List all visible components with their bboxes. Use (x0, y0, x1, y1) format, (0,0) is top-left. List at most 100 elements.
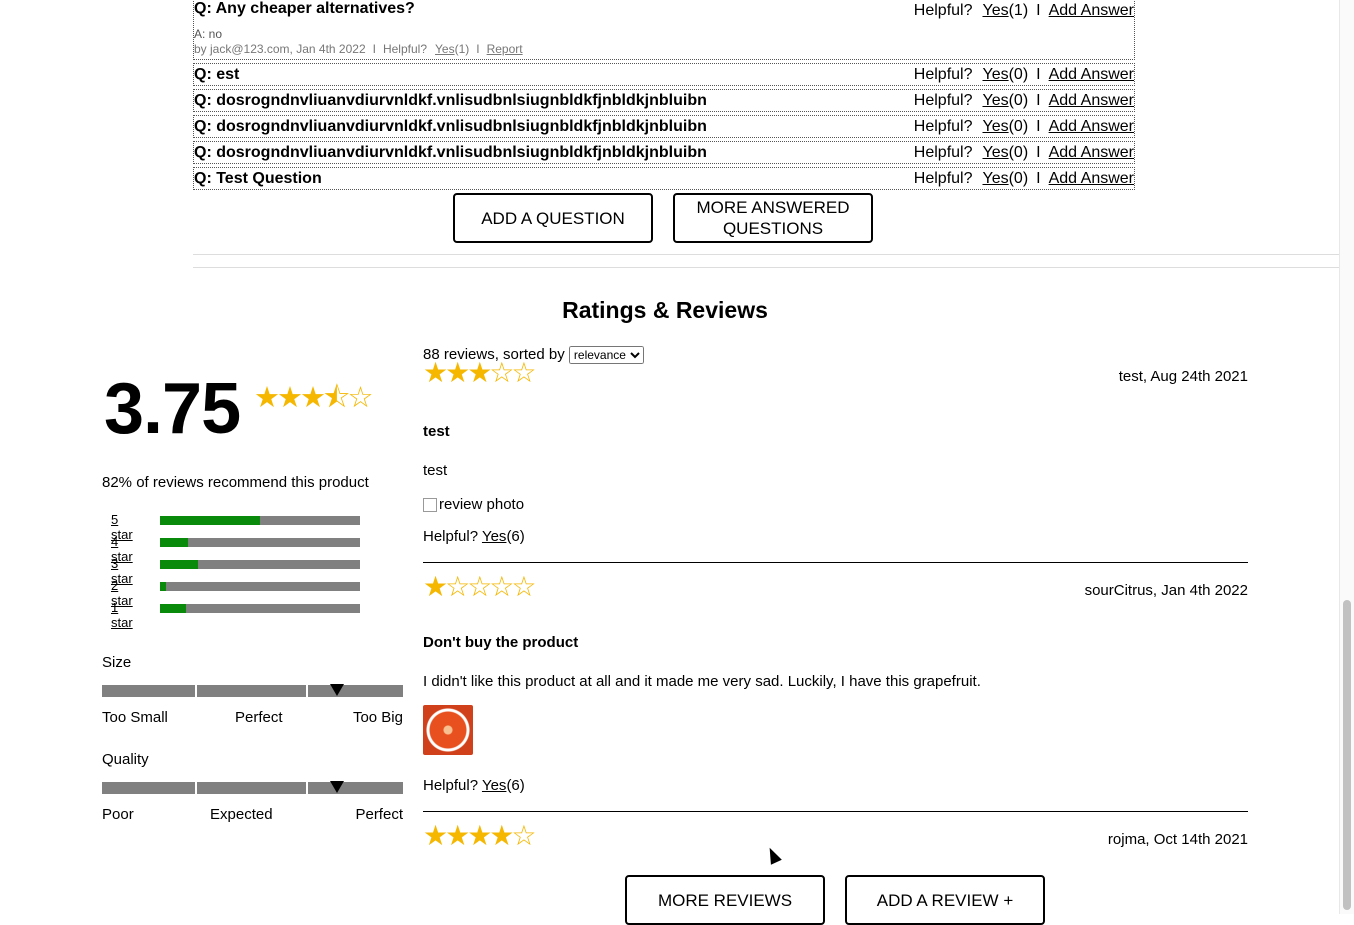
questions-list: Q: Any cheaper alternatives? Helpful? Yes… (193, 0, 1135, 190)
question-text: Q: Any cheaper alternatives? (194, 0, 415, 17)
helpful-yes-link[interactable]: Yes (982, 2, 1008, 19)
breakdown-bar (160, 516, 360, 525)
characteristic-title: Size (102, 654, 132, 671)
answer-report-link[interactable]: Report (487, 42, 523, 56)
scale-divider (306, 685, 308, 697)
helpful-count: (0) (1008, 144, 1029, 161)
add-question-button[interactable]: ADD A QUESTION (453, 193, 653, 243)
helpful-label: Helpful? (423, 777, 479, 794)
question-actions: Helpful? Yes(0) I Add Answer (914, 142, 1134, 163)
review-stars-icon: ★★★☆☆ (423, 357, 537, 388)
review-divider (423, 811, 1248, 812)
add-answer-link[interactable]: Add Answer (1049, 118, 1134, 135)
separator: I (1036, 92, 1041, 109)
breakdown-bar (160, 604, 360, 613)
separator: I (372, 42, 376, 56)
question-actions: Helpful? Yes(1) I Add Answer (914, 0, 1134, 21)
helpful-count: (1) (1008, 2, 1029, 19)
question-text: Q: est (194, 66, 240, 83)
question-item: Q: dosrogndnvliuanvdiurvnldkf.vnlisudbnl… (193, 141, 1135, 164)
helpful-yes-link[interactable]: Yes (982, 144, 1008, 161)
separator: I (476, 42, 480, 56)
ratings-reviews-title: Ratings & Reviews (562, 297, 768, 323)
sort-select[interactable]: relevance (568, 346, 644, 364)
characteristic-marker-icon (329, 781, 344, 793)
scale-label-low: Too Small (102, 709, 168, 726)
breakdown-bar (160, 560, 360, 569)
review-photo[interactable]: review photo (423, 496, 524, 513)
add-answer-link[interactable]: Add Answer (1049, 144, 1134, 161)
question-text: Q: Test Question (194, 170, 322, 187)
more-reviews-button[interactable]: MORE REVIEWS (625, 875, 825, 925)
filter-1-star-link[interactable]: 1 star (111, 600, 133, 630)
helpful-count: (6) (506, 777, 525, 794)
review-body: I didn't like this product at all and it… (423, 673, 981, 690)
review-body: test (423, 462, 448, 479)
breakdown-bar-fill (160, 516, 260, 525)
breakdown-bar-fill (160, 560, 198, 569)
helpful-label: Helpful? (913, 118, 973, 135)
separator: I (1036, 144, 1041, 161)
scale-label-mid: Expected (210, 806, 273, 823)
characteristic-scale (102, 684, 403, 697)
section-divider (193, 267, 1339, 268)
page-scrollbar[interactable] (1339, 0, 1354, 914)
separator: I (1036, 170, 1041, 187)
question-item: Q: dosrogndnvliuanvdiurvnldkf.vnlisudbnl… (193, 115, 1135, 138)
helpful-label: Helpful? (913, 2, 973, 19)
helpful-yes-link[interactable]: Yes (982, 118, 1008, 135)
average-stars-icon: ★★★⯪☆ (254, 382, 373, 414)
broken-image-icon (423, 497, 437, 512)
helpful-yes-link[interactable]: Yes (982, 66, 1008, 83)
separator: I (1036, 66, 1041, 83)
review-author-date: test, Aug 24th 2021 (1118, 368, 1248, 385)
answer-helpful-yes-link[interactable]: Yes (435, 42, 455, 56)
characteristic-title: Quality (102, 751, 149, 768)
section-divider (193, 254, 1339, 255)
helpful-count: (0) (1008, 118, 1029, 135)
characteristic-scale (102, 781, 403, 794)
answer-text: A: no (194, 27, 223, 41)
review-photo-alt: review photo (439, 496, 525, 513)
helpful-count: (0) (1008, 92, 1029, 109)
more-answered-questions-button[interactable]: MORE ANSWERED QUESTIONS (673, 193, 873, 243)
helpful-yes-link[interactable]: Yes (482, 777, 506, 794)
characteristic-marker-icon (329, 684, 344, 696)
question-actions: Helpful? Yes(0) I Add Answer (914, 90, 1134, 111)
add-answer-link[interactable]: Add Answer (1049, 2, 1134, 19)
review-photo-thumbnail[interactable] (423, 705, 473, 755)
breakdown-bar-fill (160, 604, 186, 613)
add-answer-link[interactable]: Add Answer (1049, 92, 1134, 109)
breakdown-bar (160, 582, 360, 591)
mouse-cursor-icon (764, 845, 782, 865)
breakdown-bar-fill (160, 582, 166, 591)
question-item: Q: Test Question Helpful? Yes(0) I Add Answ… (193, 167, 1135, 190)
question-item: Q: dosrogndnvliuanvdiurvnldkf.vnlisudbnl… (193, 89, 1135, 112)
scale-divider (306, 782, 308, 794)
add-answer-link[interactable]: Add Answer (1049, 66, 1134, 83)
scrollbar-thumb[interactable] (1343, 600, 1351, 910)
breakdown-bar-fill (160, 538, 188, 547)
helpful-count: (0) (1008, 66, 1029, 83)
helpful-yes-link[interactable]: Yes (982, 92, 1008, 109)
add-answer-link[interactable]: Add Answer (1049, 170, 1134, 187)
helpful-count: (0) (1008, 170, 1029, 187)
scale-label-mid: Perfect (235, 709, 283, 726)
answer-author-date: by jack@123.com, Jan 4th 2022 (194, 42, 366, 56)
recommend-percentage: 82% of reviews recommend this product (102, 474, 369, 491)
review-summary: test (423, 423, 450, 440)
scale-label-high: Too Big (352, 709, 403, 726)
breakdown-bar (160, 538, 360, 547)
separator: I (1036, 2, 1041, 19)
review-helpful: Helpful? Yes(6) (423, 528, 525, 545)
question-actions: Helpful? Yes(0) I Add Answer (914, 116, 1134, 137)
review-author-date: sourCitrus, Jan 4th 2022 (1084, 582, 1248, 599)
answer-helpful-count: (1) (454, 42, 470, 56)
helpful-count: (6) (506, 528, 525, 545)
add-review-button[interactable]: ADD A REVIEW + (845, 875, 1045, 925)
question-text: Q: dosrogndnvliuanvdiurvnldkf.vnlisudbnl… (194, 92, 707, 109)
helpful-yes-link[interactable]: Yes (482, 528, 506, 545)
scale-divider (195, 685, 197, 697)
helpful-yes-link[interactable]: Yes (982, 170, 1008, 187)
helpful-label: Helpful? (913, 92, 973, 109)
